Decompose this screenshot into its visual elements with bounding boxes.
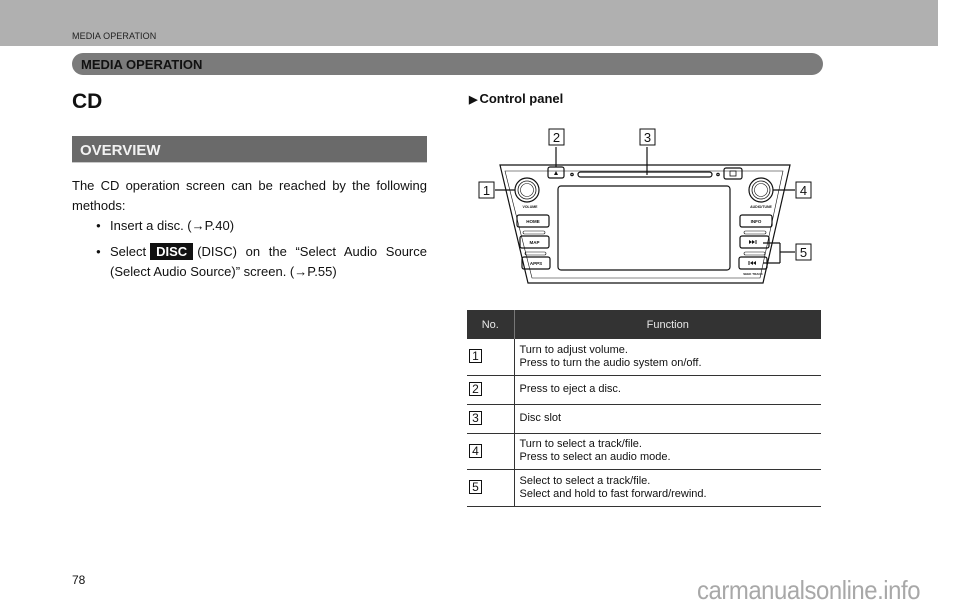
top-band: MEDIA OPERATION	[0, 0, 938, 46]
control-panel-title: Control panel	[479, 91, 564, 106]
row-number: 1	[469, 349, 482, 364]
bullet-text-before: Select	[110, 244, 147, 259]
header-function: Function	[514, 310, 821, 339]
overview-heading-bar: OVERVIEW	[72, 136, 427, 163]
running-head: MEDIA OPERATION	[72, 31, 157, 41]
map-label: MAP	[530, 240, 540, 245]
panel-inner-outline	[504, 170, 784, 279]
audio-tune-knob	[748, 177, 774, 203]
row-number: 5	[469, 480, 482, 494]
volume-knob	[514, 177, 540, 203]
menu-icon	[729, 170, 737, 177]
page-title: CD	[72, 90, 103, 113]
disc-slot	[577, 171, 713, 178]
callout-2: 2	[553, 130, 560, 145]
bullet-text: Insert a disc. (→P.40)	[110, 218, 235, 233]
function-line: Disc slot	[519, 412, 562, 424]
overview-heading: OVERVIEW	[80, 142, 161, 159]
callout-3: 3	[644, 130, 651, 145]
callout-4: 4	[800, 183, 807, 198]
table-row: 5 Select to select a track/file. Select a…	[467, 469, 821, 507]
function-table: No. Function 1 Turn to adjust volume. Pre…	[467, 310, 821, 507]
seek-track-label: SEEK TRACK	[743, 272, 763, 276]
eject-icon	[554, 171, 558, 175]
function-line: Select and hold to fast forward/rewind.	[519, 487, 707, 500]
volume-label: VOLUME	[523, 205, 539, 209]
methods-list: Insert a disc. (→P.40) SelectDISC(DISC) …	[96, 216, 427, 288]
menu-button	[723, 167, 743, 180]
disc-badge: DISC	[150, 243, 194, 260]
table-row: 2 Press to eject a disc.	[467, 375, 821, 405]
table-row: 1 Turn to adjust volume. Press to turn th…	[467, 339, 821, 376]
table-header-row: No. Function	[467, 310, 821, 339]
section-title: MEDIA OPERATION	[81, 57, 203, 72]
function-line: Press to eject a disc.	[519, 383, 622, 395]
function-line: Press to select an audio mode.	[519, 451, 671, 463]
intro-text: The CD operation screen can be reached b…	[72, 178, 427, 213]
triangle-right-icon: ▶	[469, 94, 478, 106]
header-no: No.	[467, 310, 515, 339]
audio-tune-label: AUDIO/TUNE	[750, 205, 772, 209]
function-line: Turn to adjust volume.	[519, 343, 628, 356]
row-number: 4	[469, 443, 482, 458]
row-number: 2	[469, 382, 482, 396]
panel-outline	[499, 164, 791, 284]
control-panel-diagram: 1 2 3 4 5 HOME MAP APPS INFO VOLUME AUDI…	[478, 128, 812, 284]
row-number: 3	[469, 411, 482, 425]
list-item: SelectDISC(DISC) on the “Select Audio So…	[96, 242, 427, 282]
control-panel-heading: ▶ Control panel	[469, 91, 563, 106]
function-line: Select to select a track/file.	[519, 474, 651, 487]
info-label: INFO	[751, 219, 762, 224]
function-line: Turn to select a track/file.	[519, 438, 642, 450]
list-item: Insert a disc. (→P.40)	[96, 216, 427, 236]
display-screen	[557, 185, 731, 271]
callout-1: 1	[483, 183, 490, 198]
watermark: carmanualsonline.info	[697, 575, 921, 605]
page-number: 78	[72, 573, 86, 587]
callout-5: 5	[800, 245, 807, 260]
section-bar: MEDIA OPERATION	[72, 53, 823, 75]
apps-label: APPS	[530, 261, 542, 266]
function-line: Press to turn the audio system on/off.	[519, 356, 702, 369]
home-label: HOME	[526, 219, 540, 224]
next-track-icon	[749, 240, 757, 244]
table-row: 4 Turn to select a track/file. Press to s…	[467, 433, 821, 470]
prev-track-icon	[748, 261, 756, 265]
table-row: 3 Disc slot	[467, 404, 821, 434]
